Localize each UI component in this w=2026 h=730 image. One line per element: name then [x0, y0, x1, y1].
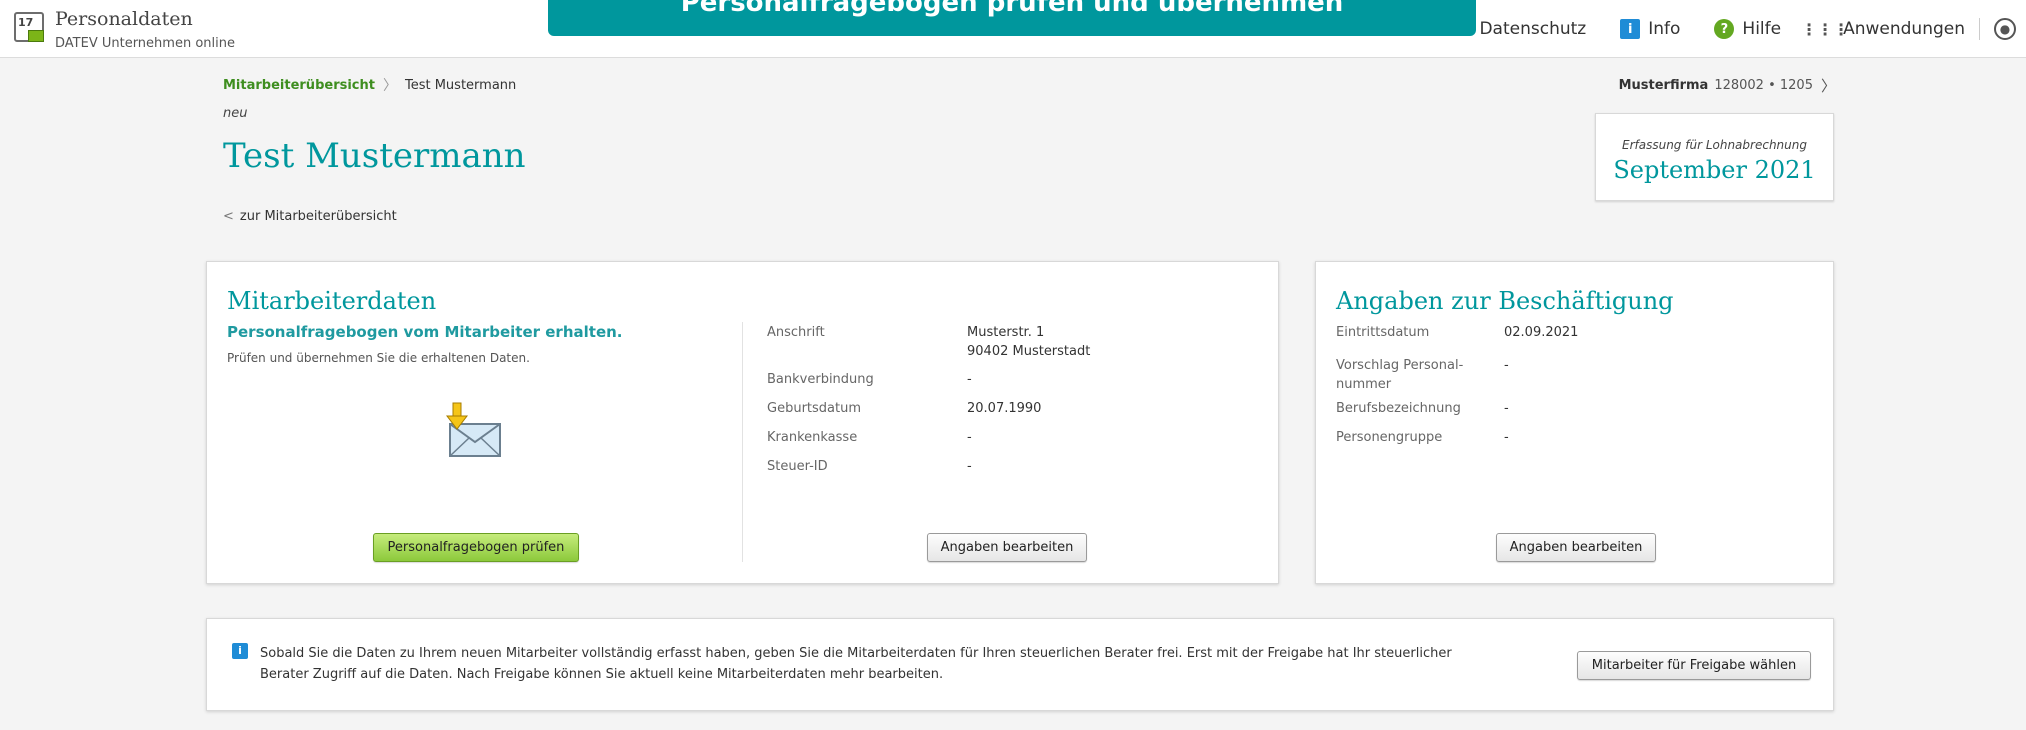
address-label: Anschrift — [767, 325, 825, 340]
job-title-value: - — [1504, 401, 1509, 416]
calendar-badge — [28, 30, 44, 42]
employee-data-card: Mitarbeiterdaten Personalfragebogen vom … — [206, 261, 1279, 584]
personnel-number-label-2: nummer — [1336, 377, 1392, 392]
select-for-release-button[interactable]: Mitarbeiter für Freigabe wählen — [1577, 651, 1811, 680]
person-group-label: Personengruppe — [1336, 430, 1443, 445]
breadcrumb: Mitarbeiterübersicht 〉 Test Mustermann — [223, 75, 516, 95]
personnel-number-label-1: Vorschlag Personal- — [1336, 358, 1464, 373]
release-info-bar: i Sobald Sie die Daten zu Ihrem neuen Mi… — [206, 618, 1834, 711]
chevron-right-icon: 〉 — [1820, 77, 1836, 95]
employee-card-title: Mitarbeiterdaten — [227, 287, 437, 315]
firm-number: 128002 • 1205 — [1714, 78, 1813, 93]
period-value: September 2021 — [1613, 156, 1816, 184]
firm-name: Musterfirma — [1618, 78, 1709, 93]
tooltip-banner: Personalfragebogen prüfen und übernehmen — [548, 0, 1476, 36]
mail-download-icon — [445, 402, 501, 457]
nav-separator — [1979, 18, 1980, 40]
app-title: Personaldaten — [55, 8, 193, 30]
nav-help[interactable]: ? Hilfe — [1714, 19, 1781, 39]
person-group-value: - — [1504, 430, 1509, 445]
job-title-label: Berufsbezeichnung — [1336, 401, 1461, 416]
entry-date-value: 02.09.2021 — [1504, 325, 1579, 340]
health-insurance-value: - — [967, 430, 972, 445]
tax-id-value: - — [967, 459, 972, 474]
nav-apps-label: Anwendungen — [1843, 19, 1965, 39]
birth-date-value: 20.07.1990 — [967, 401, 1042, 416]
employee-status-label: neu — [223, 106, 248, 121]
period-label: Erfassung für Lohnabrechnung — [1622, 138, 1807, 152]
app-subtitle: DATEV Unternehmen online — [55, 36, 235, 51]
info-icon: i — [232, 643, 248, 659]
breadcrumb-current: Test Mustermann — [404, 77, 517, 93]
nav-privacy-label: Datenschutz — [1479, 19, 1587, 39]
employment-card-title: Angaben zur Beschäftigung — [1336, 287, 1674, 315]
personnel-number-value: - — [1504, 358, 1509, 373]
page-title: Test Mustermann — [223, 136, 526, 176]
chevron-left-icon: < — [223, 209, 234, 224]
nav-help-label: Hilfe — [1742, 19, 1782, 39]
apps-grid-icon: ⋮⋮⋮ — [1801, 19, 1850, 39]
back-to-overview-link[interactable]: < zur Mitarbeiterübersicht — [223, 209, 397, 224]
release-info-text: Sobald Sie die Daten zu Ihrem neuen Mita… — [260, 646, 1452, 682]
calendar-app-icon[interactable]: 17 — [14, 12, 44, 42]
bank-value: - — [967, 372, 972, 387]
nav-apps[interactable]: ⋮⋮⋮ Anwendungen — [1801, 19, 1965, 39]
calendar-day-number: 17 — [18, 16, 34, 29]
top-nav: Datenschutz i Info ? Hilfe ⋮⋮⋮ Anwendung… — [1479, 0, 2026, 58]
questionnaire-text: Prüfen und übernehmen Sie die erhaltenen… — [227, 351, 530, 365]
entry-date-label: Eintrittsdatum — [1336, 325, 1430, 340]
back-link-label: zur Mitarbeiterübersicht — [239, 209, 397, 224]
info-icon: i — [1620, 19, 1641, 39]
tax-id-label: Steuer-ID — [767, 459, 828, 474]
nav-info-label: Info — [1648, 19, 1681, 39]
edit-employee-data-button[interactable]: Angaben bearbeiten — [927, 533, 1087, 562]
edit-employment-button[interactable]: Angaben bearbeiten — [1496, 533, 1656, 562]
employment-details-card: Angaben zur Beschäftigung Eintrittsdatum… — [1315, 261, 1834, 584]
address-line-1: Musterstr. 1 — [967, 325, 1045, 340]
nav-info[interactable]: i Info — [1620, 19, 1680, 39]
user-account-icon[interactable]: ● — [1994, 18, 2016, 40]
bank-label: Bankverbindung — [767, 372, 874, 387]
questionnaire-heading: Personalfragebogen vom Mitarbeiter erhal… — [227, 323, 623, 341]
birth-date-label: Geburtsdatum — [767, 401, 861, 416]
payroll-period-box: Erfassung für Lohnabrechnung September 2… — [1595, 113, 1834, 201]
health-insurance-label: Krankenkasse — [767, 430, 858, 445]
check-questionnaire-button[interactable]: Personalfragebogen prüfen — [373, 533, 579, 562]
firm-selector[interactable]: Musterfirma 128002 • 1205 〉 — [1619, 75, 1836, 96]
breadcrumb-chevron-icon: 〉 — [382, 78, 397, 94]
help-icon: ? — [1714, 19, 1735, 39]
address-line-2: 90402 Musterstadt — [967, 344, 1091, 359]
card-divider — [742, 322, 743, 562]
breadcrumb-employee-overview[interactable]: Mitarbeiterübersicht — [223, 78, 375, 93]
nav-privacy[interactable]: Datenschutz — [1479, 19, 1586, 39]
